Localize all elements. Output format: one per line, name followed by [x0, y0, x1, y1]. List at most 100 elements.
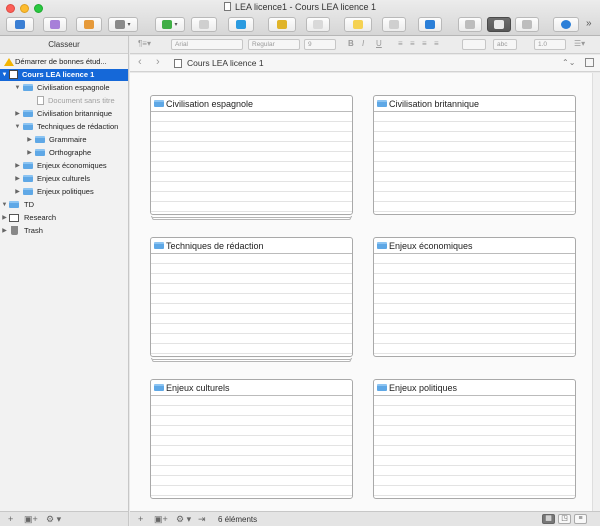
index-card[interactable]: Civilisation britannique [373, 95, 576, 215]
keywords-button[interactable] [268, 17, 296, 32]
disclosure-triangle-icon[interactable]: ▶ [14, 186, 21, 198]
bold-button[interactable]: B [348, 39, 354, 48]
add-folder-icon[interactable]: ▣+ [24, 514, 38, 525]
index-card[interactable]: Enjeux économiques [373, 237, 576, 357]
card-stack-edge [152, 218, 351, 220]
align-center-icon[interactable]: ≡ [410, 39, 415, 48]
forward-button[interactable]: › [156, 56, 160, 68]
compile-icon [236, 20, 246, 29]
binder-item[interactable]: ▼ Civilisation espagnole [0, 82, 128, 94]
index-card[interactable]: Enjeux culturels [150, 379, 353, 499]
disclosure-triangle-icon[interactable]: ▼ [14, 82, 21, 94]
index-card[interactable]: Techniques de rédaction [150, 237, 353, 357]
chevron-down-icon: ▾ [174, 22, 178, 28]
import-arrow-icon[interactable]: ⇥ [198, 514, 206, 525]
snapshot-button[interactable] [382, 17, 406, 32]
snapshot-icon [389, 20, 399, 29]
edit-button[interactable] [306, 17, 330, 32]
outline-icon [115, 20, 126, 29]
item-count: 6 éléments [218, 515, 258, 524]
index-card[interactable]: Enjeux politiques [373, 379, 576, 499]
corkboard-icon [494, 20, 504, 29]
binder-item[interactable]: ▶ Enjeux politiques [0, 186, 128, 198]
editor-title: Cours LEA licence 1 [187, 58, 264, 68]
compile-button[interactable] [228, 17, 254, 32]
binder-toggle-button[interactable] [6, 17, 34, 32]
binder-item[interactable]: Document sans titre [0, 95, 128, 107]
folder-icon [35, 136, 45, 143]
composition-button[interactable] [43, 17, 67, 32]
add-icon[interactable]: + [8, 514, 13, 524]
title-bar: LEA licence1 - Cours LEA licence 1 ▾ ▾ » [0, 0, 600, 36]
disclosure-triangle-icon[interactable]: ▶ [26, 134, 33, 146]
font-style-select[interactable]: Regular [248, 39, 300, 50]
binder-item[interactable]: ▶ Orthographe [0, 147, 128, 159]
folder-icon [35, 149, 45, 156]
freeform-view-button[interactable]: ◳ [558, 514, 571, 524]
paragraph-style-icon[interactable]: ¶≡▾ [138, 39, 151, 48]
add-folder-icon[interactable]: ▣+ [154, 514, 168, 525]
list-icon[interactable]: ☰▾ [574, 39, 585, 48]
disclosure-triangle-icon[interactable]: ▶ [14, 173, 21, 185]
chevron-down-icon: ▾ [127, 22, 131, 28]
font-size-select[interactable]: 9 [304, 39, 336, 50]
align-left-icon[interactable]: ≡ [398, 39, 403, 48]
label-view-button[interactable]: ≡ [574, 514, 587, 524]
disclosure-triangle-icon[interactable]: ▼ [14, 121, 21, 133]
italic-button[interactable]: I [362, 39, 364, 48]
split-editor-icon[interactable] [585, 58, 594, 67]
binder-item[interactable]: ▶ Trash [0, 225, 128, 237]
corkboard-scrollbar[interactable] [592, 73, 600, 511]
underline-button[interactable]: U [376, 39, 382, 48]
add-icon[interactable]: + [138, 514, 143, 524]
card-header: Techniques de rédaction [151, 238, 352, 254]
binder-item[interactable]: ▼ TD [0, 199, 128, 211]
binder-item[interactable]: ▶ Enjeux culturels [0, 173, 128, 185]
binder-item[interactable]: ▼ Techniques de rédaction [0, 121, 128, 133]
align-justify-icon[interactable]: ≡ [434, 39, 439, 48]
view-mode-menu[interactable]: ▾ [108, 17, 138, 32]
binder-item[interactable]: ▶ Civilisation britannique [0, 108, 128, 120]
split-icon [465, 20, 475, 29]
comment-button[interactable] [344, 17, 372, 32]
disclosure-triangle-icon[interactable]: ▶ [14, 108, 21, 120]
index-card[interactable]: Civilisation espagnole [150, 95, 353, 215]
binder-item[interactable]: ▶ Research [0, 212, 128, 224]
highlight-select[interactable]: abc [493, 39, 517, 50]
disclosure-triangle-icon[interactable]: ▶ [26, 147, 33, 159]
gear-icon[interactable]: ⚙ ▾ [176, 514, 191, 525]
card-header: Civilisation espagnole [151, 96, 352, 112]
add-icon [162, 20, 173, 29]
binder-header: Classeur [0, 36, 128, 54]
window-title: LEA licence1 - Cours LEA licence 1 [0, 2, 600, 12]
grid-view-button[interactable]: ▦ [542, 514, 555, 524]
navigate-updown-icon[interactable]: ⌃⌄ [562, 58, 575, 67]
disclosure-triangle-icon[interactable]: ▼ [1, 199, 8, 211]
disclosure-triangle-icon[interactable]: ▶ [14, 160, 21, 172]
inspector-button[interactable] [553, 17, 579, 32]
toolbar-overflow-icon[interactable]: » [586, 18, 592, 29]
disclosure-triangle-icon[interactable]: ▶ [1, 225, 8, 237]
font-family-select[interactable]: Arial [171, 39, 243, 50]
import-button[interactable] [418, 17, 442, 32]
card-header: Enjeux culturels [151, 380, 352, 396]
disclosure-triangle-icon[interactable]: ▼ [1, 69, 8, 81]
quick-reference-button[interactable] [76, 17, 102, 32]
back-button[interactable]: ‹ [138, 56, 142, 68]
split-horizontal-button[interactable] [458, 17, 482, 32]
corkboard-view-button[interactable] [487, 17, 511, 32]
binder-item[interactable]: Démarrer de bonnes étud... [0, 56, 128, 68]
inspector-layout-button[interactable] [515, 17, 539, 32]
line-spacing-select[interactable]: 1.0 [534, 39, 566, 50]
binder-item[interactable]: ▶ Enjeux économiques [0, 160, 128, 172]
binder-item[interactable]: ▶ Grammaire [0, 134, 128, 146]
align-right-icon[interactable]: ≡ [422, 39, 427, 48]
composition-icon [50, 20, 60, 29]
text-color-select[interactable] [462, 39, 486, 50]
add-document-button[interactable]: ▾ [155, 17, 185, 32]
binder-item-cours-lea[interactable]: ▼ Cours LEA licence 1 [0, 69, 128, 81]
disclosure-triangle-icon[interactable]: ▶ [1, 212, 8, 224]
delete-button[interactable] [191, 17, 217, 32]
key-icon [277, 20, 287, 29]
gear-icon[interactable]: ⚙ ▾ [46, 514, 61, 525]
